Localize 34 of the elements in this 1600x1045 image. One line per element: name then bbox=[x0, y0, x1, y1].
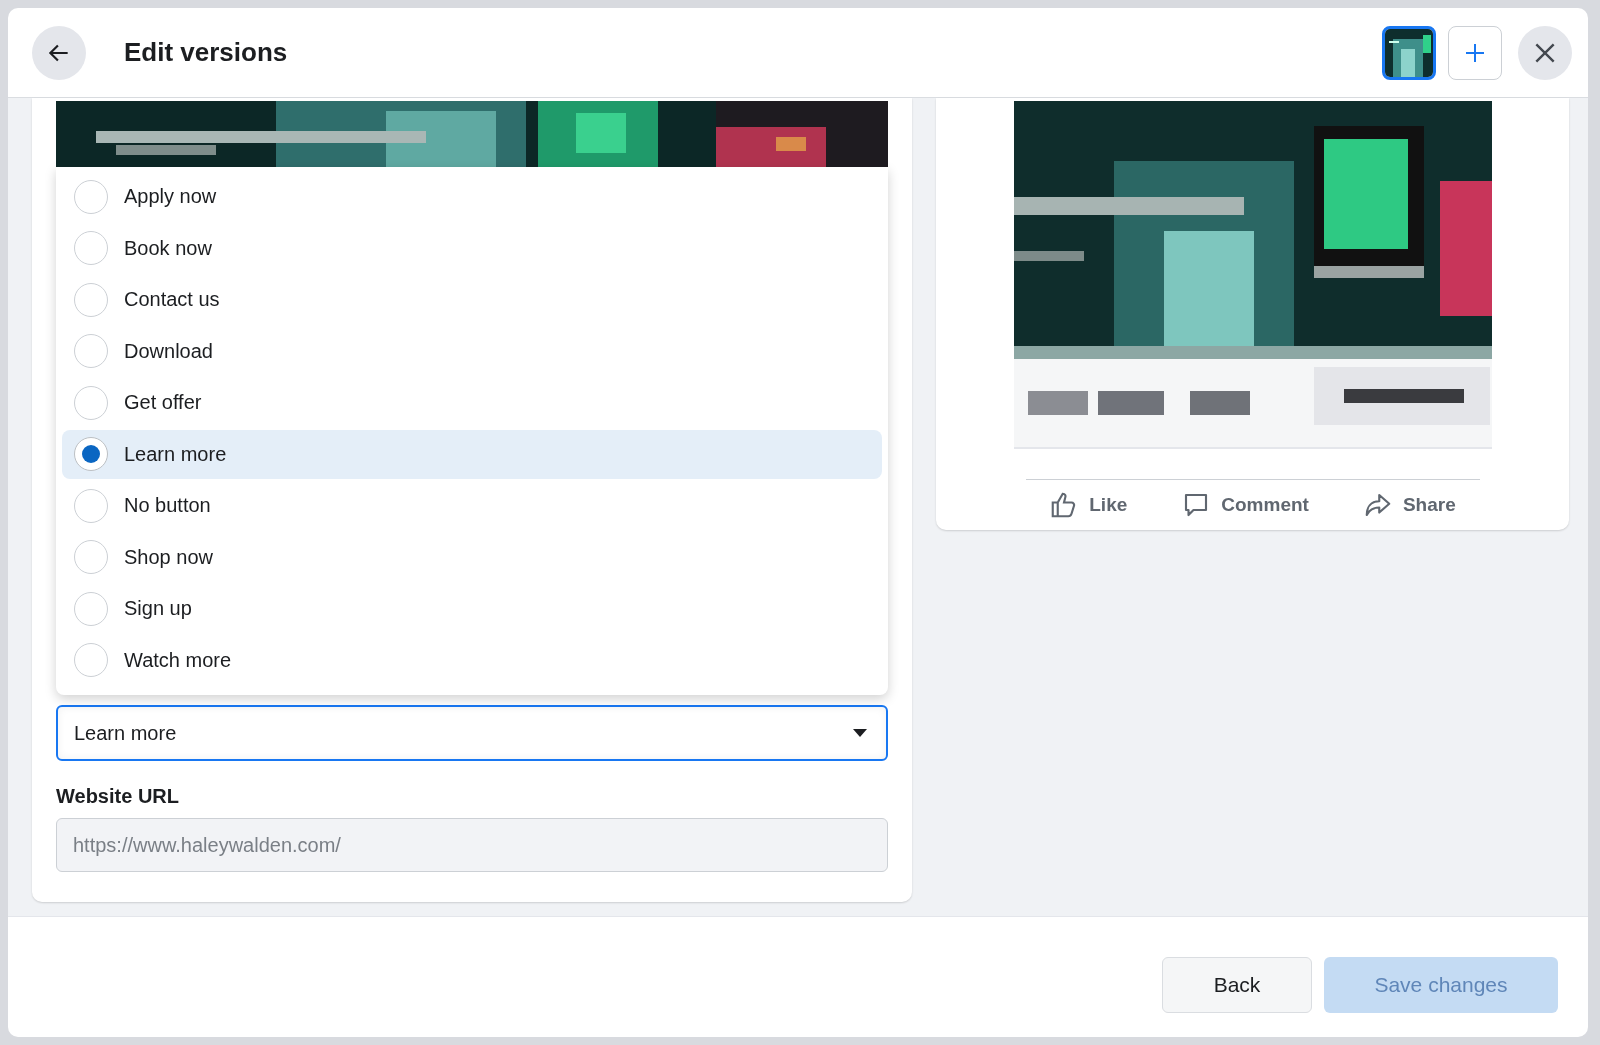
radio-button[interactable] bbox=[74, 282, 108, 317]
back-button[interactable]: Back bbox=[1162, 957, 1312, 1013]
radio-button[interactable] bbox=[74, 488, 108, 523]
radio-button[interactable] bbox=[74, 437, 108, 472]
add-button[interactable] bbox=[1448, 25, 1502, 80]
menu-option[interactable]: Apply now bbox=[62, 172, 882, 222]
version-thumbnail[interactable] bbox=[1382, 25, 1436, 80]
field-label: Website URL bbox=[56, 785, 180, 808]
plus-icon bbox=[1464, 41, 1486, 64]
menu-option[interactable]: Get offer bbox=[62, 378, 882, 428]
menu-option[interactable]: Watch more bbox=[62, 635, 882, 685]
menu-option[interactable]: Learn more bbox=[62, 429, 882, 479]
post-action[interactable]: Comment bbox=[1181, 490, 1309, 520]
post-action[interactable]: Like bbox=[1049, 490, 1128, 520]
menu-option[interactable]: Contact us bbox=[62, 275, 882, 325]
radio-button[interactable] bbox=[74, 643, 108, 678]
close-button[interactable] bbox=[1518, 25, 1572, 80]
menu-option[interactable]: No button bbox=[62, 481, 882, 531]
back-button[interactable] bbox=[32, 25, 86, 80]
caret-icon bbox=[852, 728, 868, 738]
radio-button[interactable] bbox=[74, 385, 108, 420]
url-field[interactable]: https://www.haleywalden.com/ bbox=[56, 818, 888, 872]
window-title: Edit versions bbox=[124, 37, 288, 68]
button-label-dropdown[interactable]: Learn more bbox=[56, 705, 888, 761]
menu-option[interactable]: Book now bbox=[62, 223, 882, 273]
radio-button[interactable] bbox=[74, 231, 108, 266]
post-action[interactable]: Share bbox=[1362, 490, 1456, 520]
radio-button[interactable] bbox=[74, 591, 108, 626]
radio-button[interactable] bbox=[74, 334, 108, 369]
menu-option[interactable]: Shop now bbox=[62, 532, 882, 582]
radio-button[interactable] bbox=[74, 540, 108, 575]
radio-button[interactable] bbox=[74, 179, 108, 214]
menu-option[interactable]: Download bbox=[62, 326, 882, 376]
menu-option[interactable]: Sign up bbox=[62, 584, 882, 634]
